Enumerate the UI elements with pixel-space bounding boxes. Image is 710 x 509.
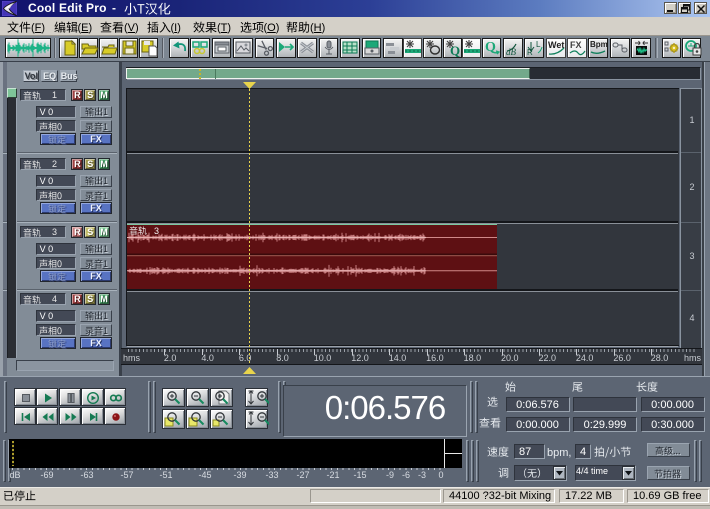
svg-text:Bpm: Bpm	[590, 40, 608, 49]
svg-text:Q: Q	[450, 43, 460, 57]
svg-text:R: R	[527, 48, 533, 57]
svg-text:FX: FX	[570, 40, 582, 50]
svg-text:dB: dB	[506, 47, 517, 57]
svg-text:Wet: Wet	[548, 40, 564, 50]
svg-text:L: L	[536, 40, 541, 49]
